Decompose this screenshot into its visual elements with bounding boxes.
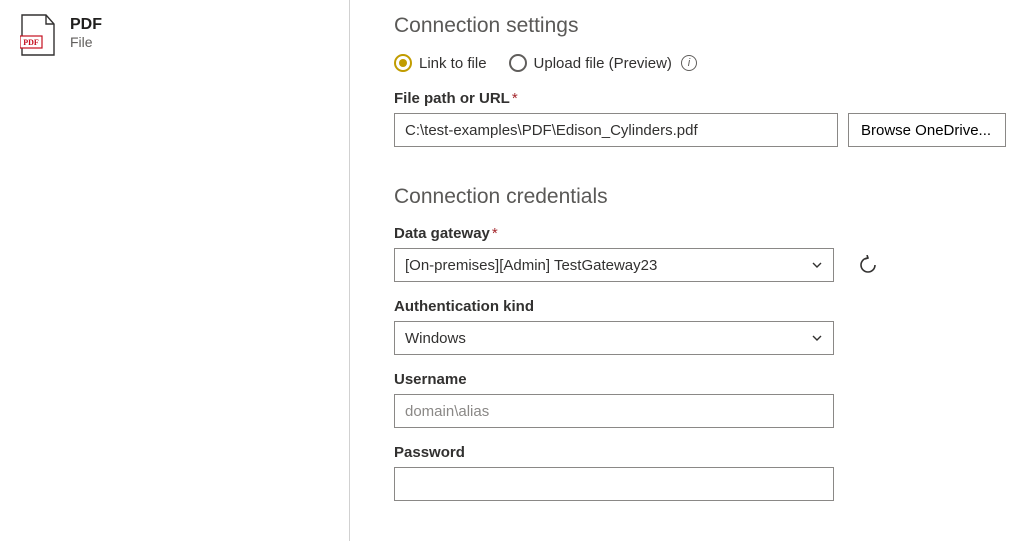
username-label: Username xyxy=(394,371,1006,388)
info-icon[interactable]: i xyxy=(681,55,697,71)
link-to-file-label: Link to file xyxy=(419,55,487,72)
browse-onedrive-button[interactable]: Browse OneDrive... xyxy=(848,113,1006,147)
upload-file-label: Upload file (Preview) xyxy=(534,55,672,72)
refresh-gateway-button[interactable] xyxy=(856,253,880,277)
data-gateway-select[interactable]: [On-premises][Admin] TestGateway23 xyxy=(394,248,834,282)
data-gateway-value: [On-premises][Admin] TestGateway23 xyxy=(405,257,657,274)
username-input[interactable] xyxy=(394,394,834,428)
password-label: Password xyxy=(394,444,1006,461)
chevron-down-icon xyxy=(811,259,823,271)
auth-kind-value: Windows xyxy=(405,330,466,347)
svg-text:PDF: PDF xyxy=(23,38,39,47)
password-input[interactable] xyxy=(394,467,834,501)
connection-settings-heading: Connection settings xyxy=(394,14,1006,38)
radio-selected-icon xyxy=(394,54,412,72)
file-mode-radio-group: Link to file Upload file (Preview) i xyxy=(394,54,1006,72)
chevron-down-icon xyxy=(811,332,823,344)
upload-file-radio[interactable]: Upload file (Preview) i xyxy=(509,54,697,72)
filepath-label: File path or URL* xyxy=(394,90,1006,107)
connection-credentials-heading: Connection credentials xyxy=(394,185,1006,209)
refresh-icon xyxy=(858,255,878,275)
radio-unselected-icon xyxy=(509,54,527,72)
pdf-file-icon: PDF xyxy=(20,14,56,56)
connector-header: PDF PDF File xyxy=(0,0,350,541)
auth-kind-select[interactable]: Windows xyxy=(394,321,834,355)
connector-title: PDF xyxy=(70,16,102,34)
data-gateway-label: Data gateway* xyxy=(394,225,1006,242)
settings-panel: Connection settings Link to file Upload … xyxy=(350,0,1036,541)
connector-subtitle: File xyxy=(70,34,102,50)
filepath-input[interactable] xyxy=(394,113,838,147)
link-to-file-radio[interactable]: Link to file xyxy=(394,54,487,72)
auth-kind-label: Authentication kind xyxy=(394,298,1006,315)
